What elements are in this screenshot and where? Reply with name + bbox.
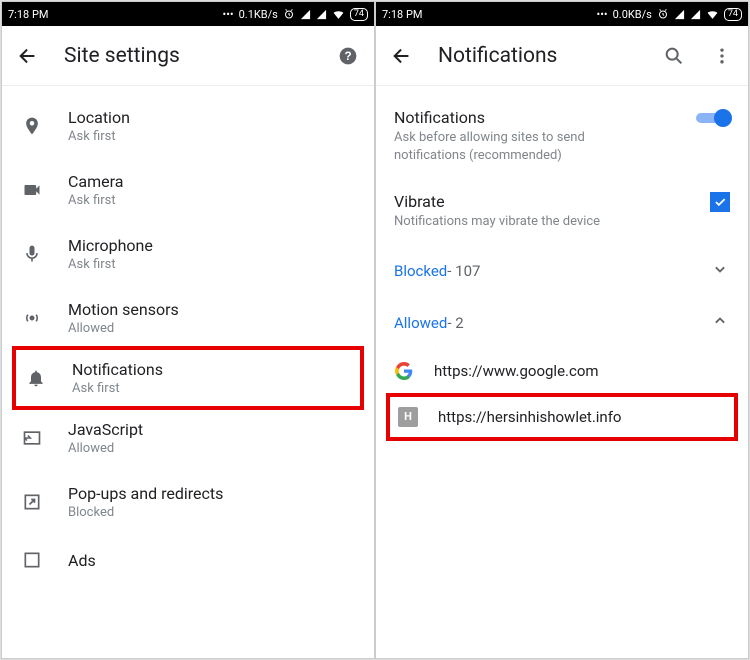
phone-left: 7:18 PM ••• 0.1KB/s 74 Site settings ?: [1, 1, 375, 659]
popup-icon: [20, 490, 44, 514]
back-icon[interactable]: [390, 44, 414, 68]
group-label: Blocked: [394, 262, 447, 280]
toggle-switch[interactable]: [696, 108, 730, 128]
status-bar: 7:18 PM ••• 0.0KB/s 74: [376, 2, 748, 26]
setting-sub: Blocked: [68, 505, 356, 520]
page-title: Site settings: [64, 44, 312, 68]
status-speed: 0.1KB/s: [239, 8, 278, 21]
section-title: Notifications: [394, 108, 686, 127]
setting-label: JavaScript: [68, 420, 356, 439]
site-row-hersin[interactable]: H https://hersinhishowlet.info: [390, 397, 734, 437]
group-count: - 107: [447, 262, 480, 280]
group-label: Allowed: [394, 314, 447, 332]
wifi-icon: [706, 8, 719, 21]
chevron-down-icon: [710, 259, 730, 283]
page-title: Notifications: [438, 44, 638, 68]
highlighted-site: H https://hersinhishowlet.info: [386, 393, 738, 441]
status-speed: 0.0KB/s: [613, 8, 652, 21]
alarm-icon: [283, 8, 295, 20]
camera-icon: [20, 178, 44, 202]
setting-sub: Ask first: [72, 381, 352, 396]
site-row-google[interactable]: https://www.google.com: [376, 349, 748, 393]
section-title: Vibrate: [394, 192, 700, 211]
setting-sub: Ask first: [68, 129, 356, 144]
setting-motion-sensors[interactable]: Motion sensors Allowed: [2, 286, 374, 350]
setting-sub: Allowed: [68, 441, 356, 456]
more-icon[interactable]: [710, 44, 734, 68]
section-desc: Notifications may vibrate the device: [394, 213, 634, 231]
notifications-content: Notifications Ask before allowing sites …: [376, 86, 748, 658]
javascript-icon: [20, 426, 44, 450]
svg-text:?: ?: [344, 50, 351, 63]
site-url: https://hersinhishowlet.info: [438, 408, 622, 426]
setting-javascript[interactable]: JavaScript Allowed: [2, 406, 374, 470]
setting-sub: Ask first: [68, 257, 356, 272]
setting-popups[interactable]: Pop-ups and redirects Blocked: [2, 470, 374, 534]
setting-label: Motion sensors: [68, 300, 356, 319]
alarm-icon: [657, 8, 669, 20]
setting-label: Ads: [68, 551, 356, 570]
status-more-icon: •••: [596, 8, 607, 21]
setting-location[interactable]: Location Ask first: [2, 94, 374, 158]
help-icon[interactable]: ?: [336, 44, 360, 68]
site-url: https://www.google.com: [434, 362, 599, 380]
status-bar: 7:18 PM ••• 0.1KB/s 74: [2, 2, 374, 26]
signal-icon: [300, 9, 311, 20]
ads-icon: [20, 548, 44, 572]
back-icon[interactable]: [16, 44, 40, 68]
app-bar: Site settings ?: [2, 26, 374, 86]
status-more-icon: •••: [222, 8, 233, 21]
google-favicon-icon: [394, 361, 414, 381]
signal-icon: [674, 9, 685, 20]
setting-notifications[interactable]: Notifications Ask first: [12, 346, 364, 410]
status-time: 7:18 PM: [382, 8, 422, 21]
motion-icon: [20, 306, 44, 330]
battery-icon: 74: [724, 8, 742, 21]
microphone-icon: [20, 242, 44, 266]
setting-ads[interactable]: Ads: [2, 534, 374, 572]
site-favicon-icon: H: [398, 407, 418, 427]
setting-camera[interactable]: Camera Ask first: [2, 158, 374, 222]
phone-right: 7:18 PM ••• 0.0KB/s 74 Notifications: [375, 1, 749, 659]
wifi-icon: [332, 8, 345, 21]
battery-icon: 74: [350, 8, 368, 21]
allowed-group[interactable]: Allowed - 2: [376, 297, 748, 349]
section-desc: Ask before allowing sites to send notifi…: [394, 129, 634, 164]
group-count: - 2: [447, 314, 463, 332]
app-bar: Notifications: [376, 26, 748, 86]
setting-label: Camera: [68, 172, 356, 191]
setting-microphone[interactable]: Microphone Ask first: [2, 222, 374, 286]
setting-sub: Ask first: [68, 193, 356, 208]
setting-label: Notifications: [72, 360, 352, 379]
setting-label: Pop-ups and redirects: [68, 484, 356, 503]
search-icon[interactable]: [662, 44, 686, 68]
signal-icon-2: [316, 9, 327, 20]
bell-icon: [24, 366, 48, 390]
settings-list: Location Ask first Camera Ask first Microp…: [2, 86, 374, 658]
blocked-group[interactable]: Blocked - 107: [376, 245, 748, 297]
setting-label: Location: [68, 108, 356, 127]
status-time: 7:18 PM: [8, 8, 48, 21]
notifications-toggle-row[interactable]: Notifications Ask before allowing sites …: [376, 94, 748, 178]
chevron-up-icon: [710, 311, 730, 335]
signal-icon-2: [690, 9, 701, 20]
setting-sub: Allowed: [68, 321, 356, 336]
checkbox[interactable]: [710, 192, 730, 212]
location-icon: [20, 114, 44, 138]
setting-label: Microphone: [68, 236, 356, 255]
vibrate-row[interactable]: Vibrate Notifications may vibrate the de…: [376, 178, 748, 245]
